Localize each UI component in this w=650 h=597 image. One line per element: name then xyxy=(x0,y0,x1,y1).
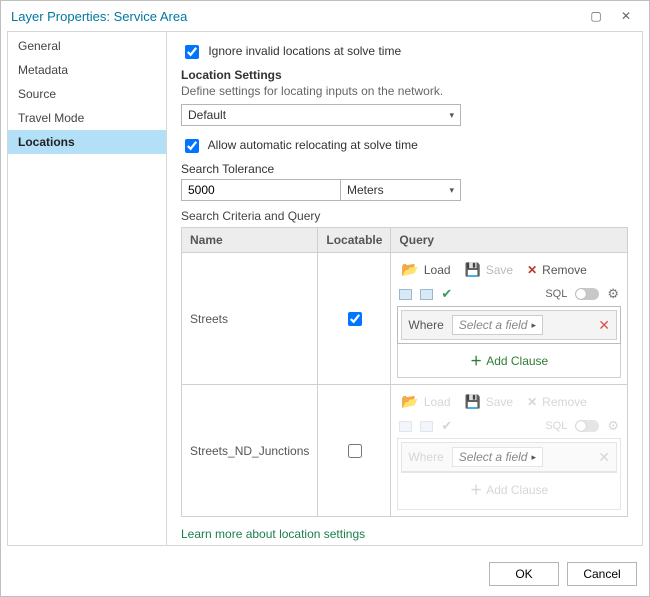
sidebar-item-travel-mode[interactable]: Travel Mode xyxy=(8,106,166,130)
sidebar-item-metadata[interactable]: Metadata xyxy=(8,58,166,82)
tolerance-label: Search Tolerance xyxy=(181,162,628,176)
location-settings-desc: Define settings for locating inputs on t… xyxy=(181,84,628,98)
add-clause-button[interactable]: ＋Add Clause xyxy=(397,344,621,378)
remove-button: ✕Remove xyxy=(527,395,587,409)
save-icon: 💾 xyxy=(465,394,481,410)
ignore-invalid-checkbox[interactable] xyxy=(185,45,199,59)
ok-button[interactable]: OK xyxy=(489,562,559,586)
dialog-body: General Metadata Source Travel Mode Loca… xyxy=(1,31,649,552)
sidebar: General Metadata Source Travel Mode Loca… xyxy=(7,31,167,546)
titlebar: Layer Properties: Service Area ▢ ✕ xyxy=(1,1,649,31)
criteria-label: Search Criteria and Query xyxy=(181,209,628,223)
dialog-footer: OK Cancel xyxy=(1,552,649,596)
close-icon[interactable]: ✕ xyxy=(611,9,641,23)
col-query: Query xyxy=(391,228,628,253)
maximize-icon[interactable]: ▢ xyxy=(581,9,611,23)
sql-toggle[interactable] xyxy=(575,288,599,300)
chevron-down-icon: ▾ xyxy=(449,185,454,196)
preset-dropdown[interactable]: Default ▾ xyxy=(181,104,461,126)
folder-icon: 📂 xyxy=(401,393,418,410)
ignore-invalid-row: Ignore invalid locations at solve time xyxy=(181,42,628,62)
where-label: Where xyxy=(408,450,443,464)
allow-auto-label: Allow automatic relocating at solve time xyxy=(208,138,418,152)
location-settings-heading: Location Settings xyxy=(181,68,628,82)
sql-toggle xyxy=(575,420,599,432)
row-locatable-checkbox[interactable] xyxy=(348,312,362,326)
col-name: Name xyxy=(182,228,318,253)
query-cell: 📂Load 💾Save ✕Remove ✔ SQL ⚙ xyxy=(391,253,628,385)
allow-auto-checkbox[interactable] xyxy=(185,139,199,153)
sql-label: SQL xyxy=(545,288,567,300)
row-name: Streets xyxy=(182,253,318,385)
validate-icon: ✔ xyxy=(441,418,452,434)
save-icon: 💾 xyxy=(465,262,481,278)
gear-icon[interactable]: ⚙ xyxy=(607,286,619,302)
field-list-icon xyxy=(420,421,433,432)
dialog-window: Layer Properties: Service Area ▢ ✕ Gener… xyxy=(0,0,650,597)
field-dropdown: Select a field ▸ xyxy=(452,447,543,467)
cancel-button[interactable]: Cancel xyxy=(567,562,637,586)
sql-label: SQL xyxy=(545,420,567,432)
sidebar-item-general[interactable]: General xyxy=(8,34,166,58)
ignore-invalid-label: Ignore invalid locations at solve time xyxy=(208,44,401,58)
remove-icon: ✕ xyxy=(527,263,537,277)
clause-row: Where Select a field ▸ ✕ xyxy=(401,310,617,340)
remove-icon: ✕ xyxy=(527,395,537,409)
content-panel: Ignore invalid locations at solve time L… xyxy=(167,31,643,546)
field-list-icon[interactable] xyxy=(420,289,433,300)
clause-container: Where Select a field ▸ ✕ ＋Add Clause xyxy=(397,438,621,510)
where-label: Where xyxy=(408,318,443,332)
chevron-down-icon: ▸ xyxy=(531,452,536,463)
save-button: 💾Save xyxy=(465,394,514,410)
validate-icon[interactable]: ✔ xyxy=(441,286,452,302)
tolerance-input[interactable] xyxy=(181,179,341,201)
learn-more-link[interactable]: Learn more about location settings xyxy=(181,527,365,541)
save-button[interactable]: 💾Save xyxy=(465,262,514,278)
sidebar-item-locations[interactable]: Locations xyxy=(8,130,166,154)
field-list-icon xyxy=(399,421,412,432)
folder-icon: 📂 xyxy=(401,261,418,278)
col-locatable: Locatable xyxy=(318,228,391,253)
plus-icon: ＋ xyxy=(470,354,482,368)
query-cell: 📂Load 💾Save ✕Remove ✔ SQL ⚙ xyxy=(391,385,628,517)
allow-auto-row: Allow automatic relocating at solve time xyxy=(181,136,628,156)
row-locatable-checkbox[interactable] xyxy=(348,444,362,458)
delete-clause-icon[interactable]: ✕ xyxy=(598,317,610,334)
clause-container: Where Select a field ▸ ✕ xyxy=(397,306,621,344)
plus-icon: ＋ xyxy=(470,483,482,497)
preset-value: Default xyxy=(188,108,226,122)
table-row: Streets_ND_Junctions 📂Load 💾Save ✕Remove xyxy=(182,385,628,517)
add-clause-button: ＋Add Clause xyxy=(401,472,617,506)
field-dropdown[interactable]: Select a field ▸ xyxy=(452,315,543,335)
clause-row: Where Select a field ▸ ✕ xyxy=(401,442,617,472)
table-row: Streets 📂Load 💾Save ✕Remove ✔ xyxy=(182,253,628,385)
chevron-down-icon: ▾ xyxy=(449,110,454,121)
chevron-down-icon: ▸ xyxy=(531,320,536,331)
delete-clause-icon: ✕ xyxy=(598,449,610,466)
window-title: Layer Properties: Service Area xyxy=(11,9,581,24)
criteria-table: Name Locatable Query Streets 📂Load 💾Save xyxy=(181,227,628,517)
load-button: 📂Load xyxy=(401,393,450,410)
tolerance-units-value: Meters xyxy=(347,183,384,197)
row-name: Streets_ND_Junctions xyxy=(182,385,318,517)
field-list-icon[interactable] xyxy=(399,289,412,300)
sidebar-item-source[interactable]: Source xyxy=(8,82,166,106)
remove-button[interactable]: ✕Remove xyxy=(527,263,587,277)
tolerance-units-dropdown[interactable]: Meters ▾ xyxy=(341,179,461,201)
load-button[interactable]: 📂Load xyxy=(401,261,450,278)
gear-icon: ⚙ xyxy=(607,418,619,434)
